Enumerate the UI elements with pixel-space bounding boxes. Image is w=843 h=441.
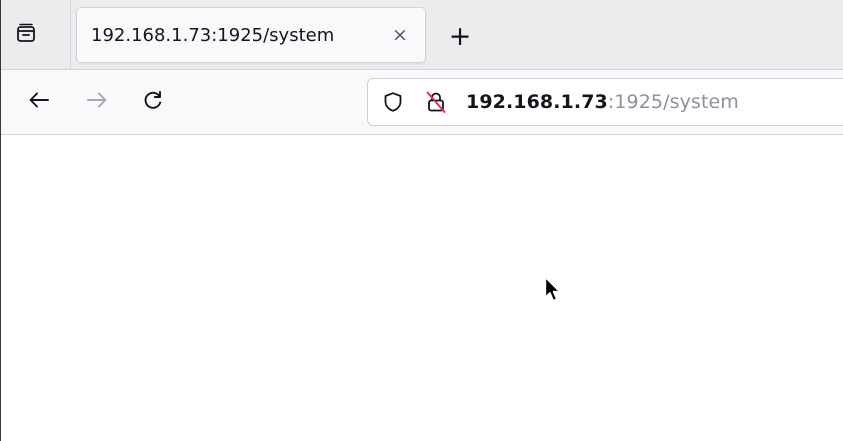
back-button[interactable] [22,85,56,119]
close-icon: × [392,24,408,46]
tab-title: 192.168.1.73:1925/system [91,25,335,46]
window-edge [0,0,1,441]
tab-list-button[interactable] [8,17,44,53]
forward-arrow-icon [85,88,109,116]
new-tab-button[interactable]: + [443,19,477,53]
navigation-toolbar: 192.168.1.73:1925/system [0,70,843,135]
plus-icon: + [448,20,472,52]
shield-icon[interactable] [381,90,405,114]
browser-window: 192.168.1.73:1925/system × + 192.168.1.7… [0,0,843,441]
url-text[interactable]: 192.168.1.73:1925/system [466,91,739,113]
tab-active[interactable]: 192.168.1.73:1925/system × [76,7,426,63]
address-bar[interactable]: 192.168.1.73:1925/system [367,78,843,126]
url-host: 192.168.1.73 [466,91,608,113]
tab-strip: 192.168.1.73:1925/system × + [0,0,843,70]
url-path: :1925/system [607,91,739,113]
insecure-lock-icon[interactable] [424,90,448,114]
reload-icon [141,88,165,116]
tab-strip-divider [70,0,71,70]
tab-list-icon [15,22,37,48]
page-content [0,135,843,441]
mouse-pointer-icon [544,276,564,306]
forward-button[interactable] [80,85,114,119]
back-arrow-icon [27,88,51,116]
tab-close-button[interactable]: × [387,22,413,48]
reload-button[interactable] [136,85,170,119]
